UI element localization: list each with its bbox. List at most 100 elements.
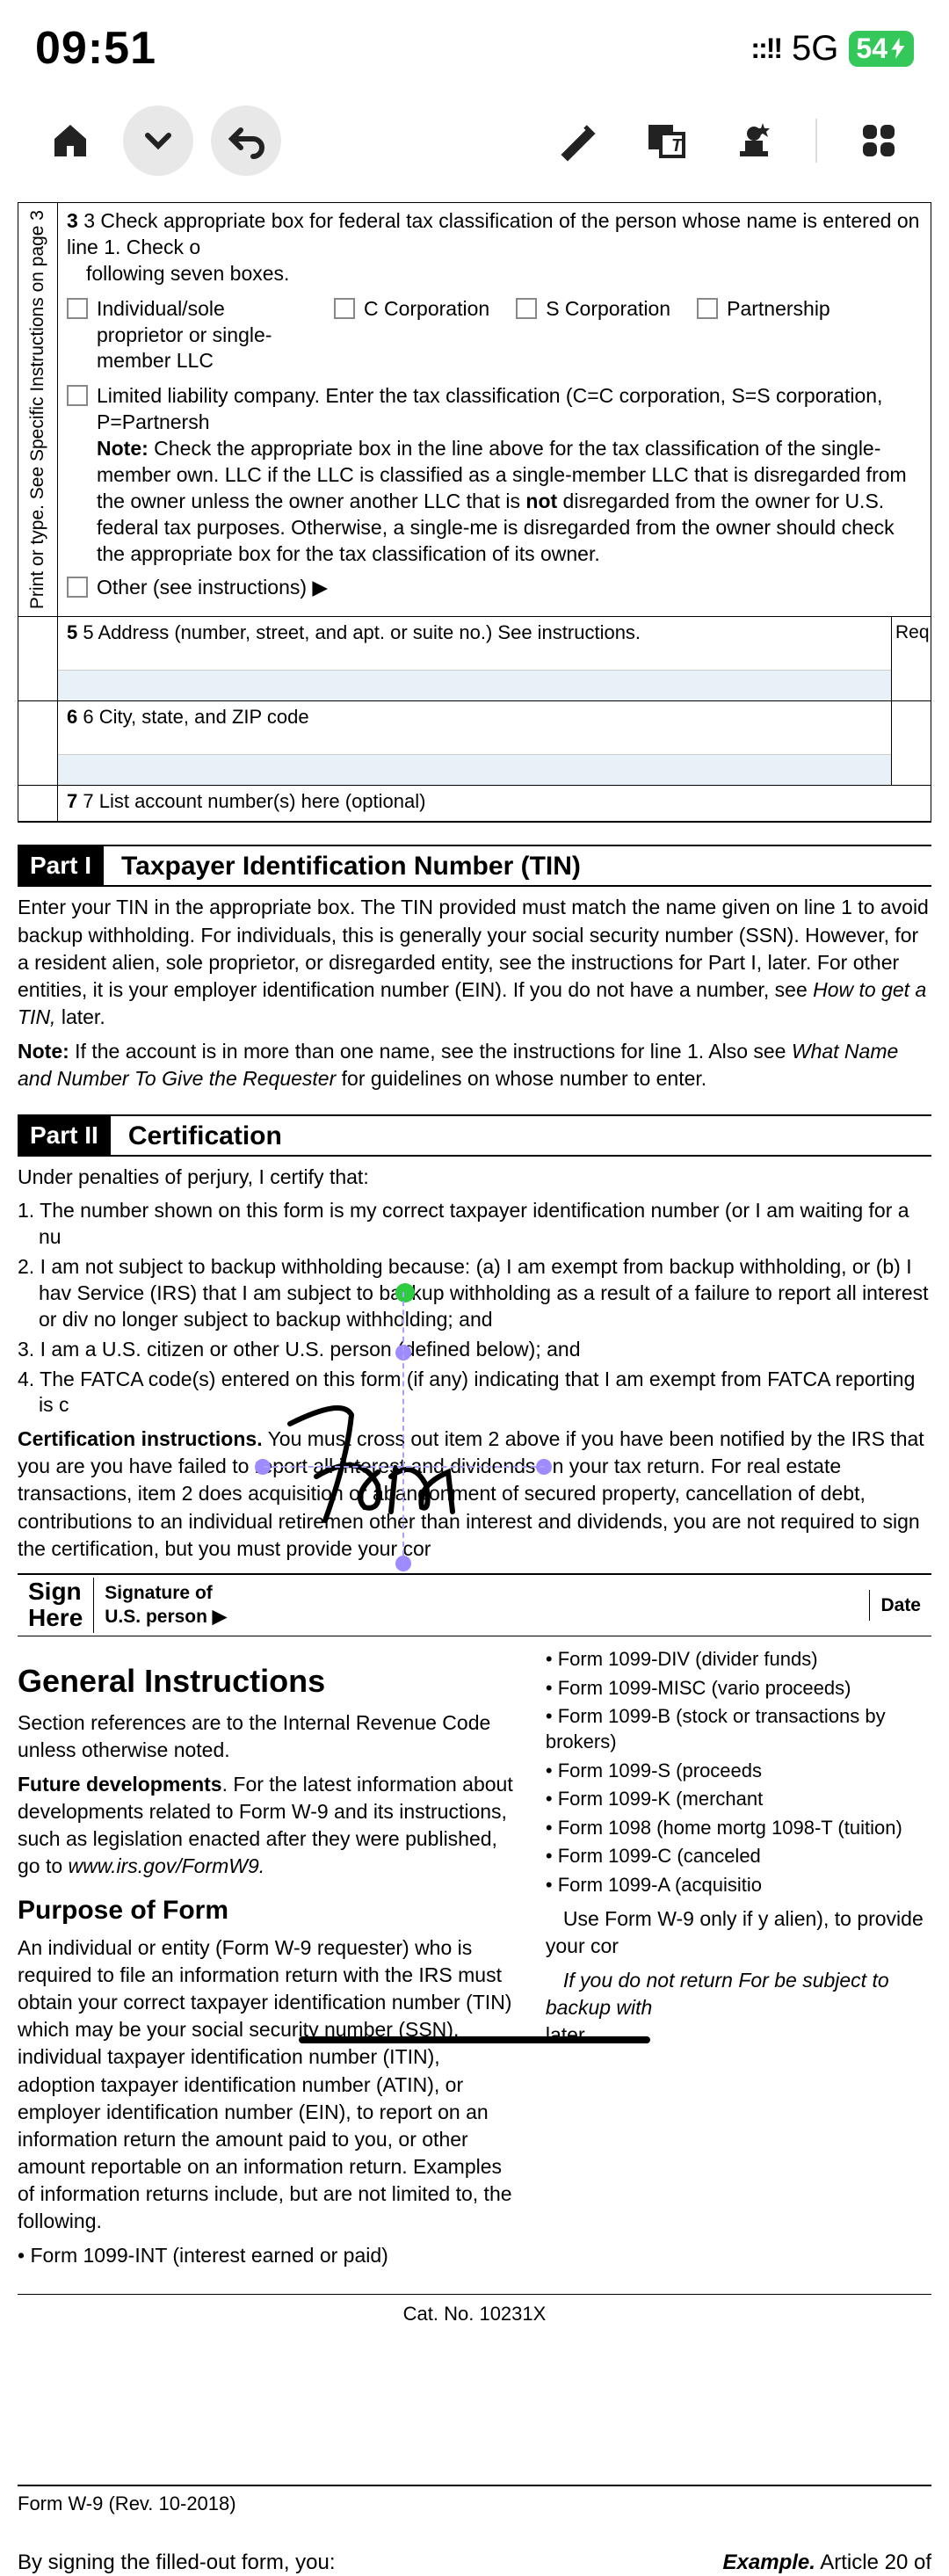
sig-label1: Signature of [105, 1581, 227, 1605]
home-button[interactable] [35, 105, 105, 176]
checkbox-label: S Corporation [546, 296, 670, 323]
sidebar-text: Print or type. See Specific Instructions… [25, 203, 49, 616]
city-row: 6 6 City, state, and ZIP code [18, 701, 931, 786]
checkbox-scorp[interactable]: S Corporation [516, 296, 670, 323]
line5-text: 5 Address (number, street, and apt. or s… [83, 621, 641, 643]
future-url: www.irs.gov/FormW9. [69, 1854, 265, 1877]
cert-intro: Under penalties of perjury, I certify th… [18, 1164, 931, 1191]
line3-text2: following seven boxes. [67, 261, 922, 287]
bullet-1099k: • Form 1099-K (merchant [546, 1787, 931, 1812]
cert-item-1: 1. The number shown on this form is my c… [18, 1198, 931, 1251]
future-bold: Future developments [18, 1773, 222, 1796]
bullet-1099a: • Form 1099-A (acquisitio [546, 1873, 931, 1898]
address-row: 5 5 Address (number, street, and apt. or… [18, 617, 931, 701]
toolbar-divider [815, 119, 817, 163]
classification-section: Print or type. See Specific Instructions… [18, 202, 931, 617]
bullet-1099div: • Form 1099-DIV (divider funds) [546, 1647, 931, 1673]
future-dev: Future developments. For the latest info… [18, 1771, 519, 1880]
checkbox-label: Individual/sole proprietor or single-mem… [97, 296, 308, 375]
checkbox-llc[interactable]: Limited liability company. Enter the tax… [67, 383, 922, 567]
apps-button[interactable] [844, 105, 914, 176]
requesters-label: Req [891, 617, 931, 700]
part1-badge: Part I [18, 846, 104, 885]
bullet-1099b: • Form 1099-B (stock or transactions by … [546, 1704, 931, 1754]
example-rest: Article 20 of [815, 2551, 931, 2574]
document-body[interactable]: Print or type. See Specific Instructions… [0, 202, 949, 2576]
note-not: not [525, 490, 557, 512]
cert-bold: Certification instructions. [18, 1427, 263, 1450]
status-right: ::!! 5G 54 [750, 29, 914, 69]
line5-label: 5 5 Address (number, street, and apt. or… [67, 620, 882, 646]
checkbox-ccorp[interactable]: C Corporation [334, 296, 489, 323]
battery-indicator: 54 [849, 31, 914, 67]
highlighter-tool[interactable] [543, 105, 613, 176]
checkbox-partnership[interactable]: Partnership [697, 296, 830, 323]
signature-label: Signature of U.S. person ▶ [93, 1578, 237, 1633]
date-label: Date [869, 1590, 931, 1621]
line3-intro: 3 3 Check appropriate box for federal ta… [67, 208, 922, 261]
checkbox-individual[interactable]: Individual/sole proprietor or single-mem… [67, 296, 308, 375]
svg-text:T: T [671, 136, 684, 156]
line7-label: 7 7 List account number(s) here (optiona… [67, 789, 922, 815]
checkbox-icon[interactable] [516, 298, 537, 319]
part1-note: Note: If the account is in more than one… [18, 1038, 931, 1092]
sign-here-label: Sign Here [18, 1575, 93, 1636]
undo-button[interactable] [211, 105, 281, 176]
city-input[interactable] [58, 754, 891, 785]
p1-end: later. [55, 1005, 105, 1028]
checkbox-icon[interactable] [697, 298, 718, 319]
ifnot-italic: If you do not return For be subject to b… [546, 1967, 931, 2021]
bullet-1099misc: • Form 1099-MISC (vario proceeds) [546, 1676, 931, 1702]
cert-list: 1. The number shown on this form is my c… [18, 1198, 931, 1419]
note-end: for guidelines on whose number to enter. [336, 1067, 706, 1090]
part2-header: Part II Certification [18, 1114, 931, 1157]
part2-title: Certification [128, 1119, 282, 1153]
signing-text: By signing the filled-out form, you: [18, 2549, 336, 2576]
bullet-1099s: • Form 1099-S (proceeds [546, 1759, 931, 1784]
instructions-columns: General Instructions Section references … [18, 1644, 931, 2276]
part2-badge: Part II [18, 1116, 111, 1155]
purpose-text: An individual or entity (Form W-9 reques… [18, 1934, 519, 2235]
stamp-tool[interactable] [719, 105, 789, 176]
note-text: If the account is in more than one name,… [69, 1040, 792, 1063]
toolbar: T [0, 88, 949, 202]
line3-text: 3 Check appropriate box for federal tax … [67, 209, 919, 258]
form-revision: Form W-9 (Rev. 10-2018) [18, 2485, 931, 2522]
dropdown-button[interactable] [123, 105, 193, 176]
checkbox-icon[interactable] [67, 385, 88, 406]
example-bold: Example. [723, 2551, 815, 2574]
address-input[interactable] [58, 670, 891, 700]
cert-instructions: Certification instructions. You must cro… [18, 1426, 931, 1562]
checkbox-icon[interactable] [334, 298, 355, 319]
cert-item-2: 2. I am not subject to backup withholdin… [18, 1254, 931, 1333]
line6-label: 6 6 City, state, and ZIP code [67, 705, 882, 730]
text-tool[interactable]: T [631, 105, 701, 176]
note-bold: Note: [18, 1040, 69, 1063]
sig-label2: U.S. person ▶ [105, 1605, 227, 1629]
checkbox-icon[interactable] [67, 298, 88, 319]
cert-item-4: 4. The FATCA code(s) entered on this for… [18, 1367, 931, 1419]
p1-text: Enter your TIN in the appropriate box. T… [18, 896, 929, 1000]
home-indicator[interactable] [299, 2036, 650, 2043]
bullet-1099int: • Form 1099-INT (interest earned or paid… [18, 2242, 519, 2269]
checkbox-label: Limited liability company. Enter the tax… [97, 383, 922, 436]
use-w9-text: Use Form W-9 only if y alien), to provid… [546, 1905, 931, 1960]
checkbox-label: Other (see instructions) ▶ [97, 575, 328, 601]
cert-item-3: 3. I am a U.S. citizen or other U.S. per… [18, 1337, 931, 1363]
sign-text2: Here [28, 1605, 83, 1632]
part1-text: Enter your TIN in the appropriate box. T… [18, 894, 931, 1030]
purpose-title: Purpose of Form [18, 1893, 519, 1927]
signal-icon: ::!! [750, 33, 781, 65]
line7-text: 7 List account number(s) here (optional) [83, 790, 425, 812]
checkbox-icon[interactable] [67, 577, 88, 598]
status-bar: 09:51 ::!! 5G 54 [0, 0, 949, 88]
line6-text: 6 City, state, and ZIP code [83, 706, 308, 728]
checkbox-label: Partnership [727, 296, 830, 323]
example-text: Example. Article 20 of [723, 2549, 931, 2576]
checkbox-other[interactable]: Other (see instructions) ▶ [67, 575, 922, 601]
part1-header: Part I Taxpayer Identification Number (T… [18, 845, 931, 887]
sign-text1: Sign [28, 1578, 83, 1606]
account-row: 7 7 List account number(s) here (optiona… [18, 786, 931, 823]
footer-row: By signing the filled-out form, you: Exa… [18, 2549, 931, 2576]
llc-note: Note: Check the appropriate box in the l… [97, 436, 922, 567]
